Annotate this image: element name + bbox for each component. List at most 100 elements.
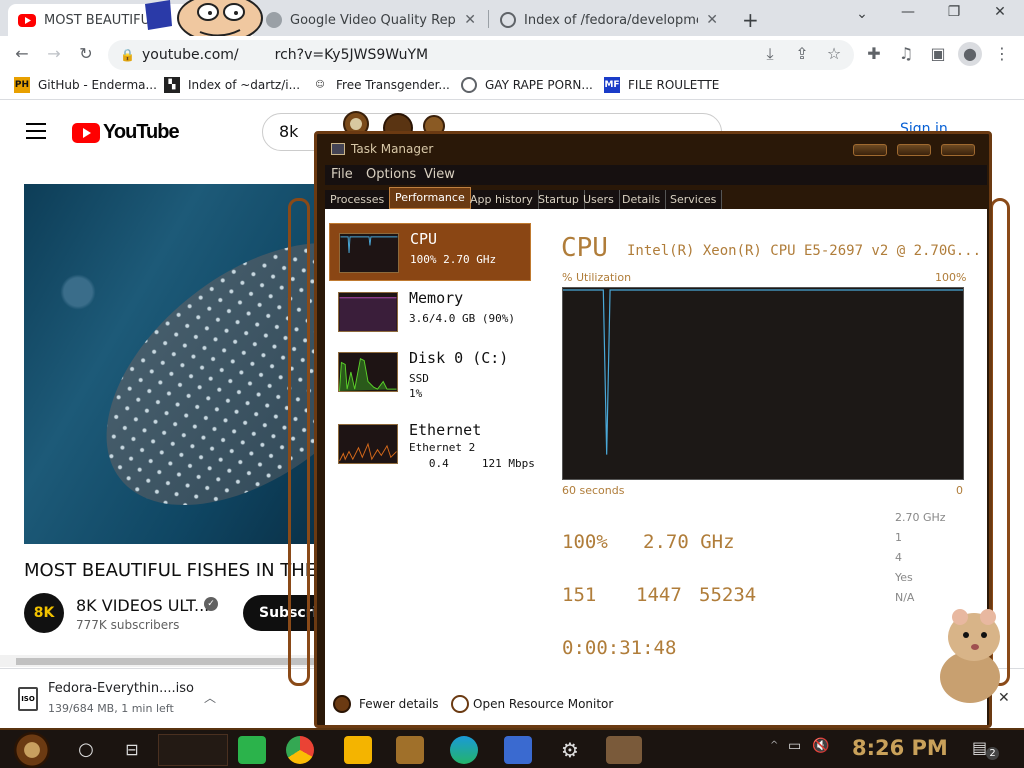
download-status: 139/684 MB, 1 min left — [48, 702, 174, 715]
close-button[interactable] — [941, 144, 975, 156]
channel-name[interactable]: 8K VIDEOS ULT... — [76, 596, 209, 615]
network-icon[interactable]: ▭ — [788, 738, 801, 754]
search-value: 8k — [279, 122, 299, 141]
bookmark-label: GitHub - Enderma... — [38, 78, 157, 92]
tab-services[interactable]: Services — [665, 190, 723, 209]
menu-view[interactable]: View — [424, 167, 455, 182]
tab-details[interactable]: Details — [617, 190, 667, 209]
edge-icon[interactable] — [450, 736, 478, 764]
notification-icon[interactable]: ▤ — [972, 738, 987, 757]
download-filename[interactable]: Fedora-Everythin....iso — [48, 681, 194, 696]
spec-base-speed: 2.70 GHz — [895, 511, 946, 524]
menu-options[interactable]: Options — [366, 167, 416, 182]
processes-value: 151 — [562, 584, 597, 606]
new-tab-button[interactable]: + — [732, 4, 762, 36]
minimize-button[interactable]: — — [888, 4, 928, 20]
taskbar: ○ ⊟ ⚙ ^ ▭ 🔇 8:26 PM ▤ 2 — [0, 728, 1024, 768]
back-icon[interactable]: ← — [10, 42, 34, 66]
tab-search-icon[interactable]: ⌄ — [842, 6, 882, 22]
roulette-icon: MF — [604, 77, 620, 93]
settings-gear-icon[interactable]: ⚙ — [556, 736, 584, 764]
reload-icon[interactable]: ↻ — [74, 42, 98, 66]
bookmark-item[interactable]: ☺ Free Transgender... — [312, 77, 450, 93]
fewer-details-icon — [333, 695, 351, 713]
tab-performance[interactable]: Performance — [389, 187, 471, 209]
resource-monitor-icon — [451, 695, 469, 713]
youtube-logo[interactable]: YouTube — [72, 121, 180, 144]
menu-file[interactable]: File — [331, 167, 353, 182]
channel-avatar[interactable]: 8K — [24, 593, 64, 633]
threads-value: 1447 — [636, 584, 682, 606]
tab-title: MOST BEAUTIFU — [44, 12, 151, 28]
tab-app-history[interactable]: App history — [465, 190, 539, 209]
fewer-details-link[interactable]: Fewer details — [359, 697, 439, 711]
menu-icon[interactable]: ⋮ — [990, 42, 1014, 66]
close-icon[interactable]: ✕ — [706, 12, 718, 28]
speed-value: 2.70 GHz — [643, 531, 735, 553]
media-icon[interactable]: ♫ — [894, 42, 918, 66]
tab-users[interactable]: Users — [578, 190, 620, 209]
sidebar-name: Memory — [409, 289, 464, 307]
file-explorer-icon[interactable] — [344, 736, 372, 764]
subscriber-count: 777K subscribers — [76, 618, 180, 632]
forward-icon[interactable]: → — [42, 42, 66, 66]
bookmark-item[interactable]: GAY RAPE PORN... — [461, 77, 593, 93]
sidebar-item-cpu[interactable]: CPU 100% 2.70 GHz — [329, 223, 531, 281]
sidebar-item-disk[interactable]: Disk 0 (C:) SSD 1% — [329, 343, 531, 401]
task-manager-taskbar-icon[interactable] — [606, 736, 642, 764]
app-icon[interactable] — [396, 736, 424, 764]
youtube-play-icon — [72, 122, 100, 143]
uptime-value: 0:00:31:48 — [562, 637, 677, 659]
chrome-icon[interactable] — [286, 736, 314, 764]
chevron-up-icon[interactable]: ︿ — [204, 689, 216, 706]
install-icon[interactable]: ⤓ — [758, 42, 782, 66]
maximize-button[interactable] — [897, 144, 931, 156]
side-panel-icon[interactable]: ▣ — [926, 42, 950, 66]
close-icon[interactable]: ✕ — [998, 690, 1010, 706]
open-resource-monitor-link[interactable]: Open Resource Monitor — [473, 697, 613, 711]
terminal-icon: ▚ — [164, 77, 180, 93]
extensions-icon[interactable]: ✚ — [862, 42, 886, 66]
bookmark-item[interactable]: PH GitHub - Enderma... — [14, 77, 157, 93]
task-manager-icon — [331, 143, 345, 155]
cpu-history-line — [563, 289, 963, 455]
spec-l1-cache: N/A — [895, 591, 915, 604]
notification-count: 2 — [986, 747, 999, 760]
task-view-icon[interactable]: ⊟ — [118, 736, 146, 764]
close-window-button[interactable]: ✕ — [980, 4, 1020, 20]
tab-fedora-index[interactable]: Index of /fedora/development ✕ — [490, 4, 728, 36]
bookmark-item[interactable]: ▚ Index of ~dartz/i... — [164, 77, 300, 93]
tab-processes[interactable]: Processes — [325, 190, 391, 209]
search-icon[interactable]: ○ — [72, 736, 100, 764]
share-icon[interactable]: ⇪ — [790, 42, 814, 66]
sidebar-item-ethernet[interactable]: Ethernet Ethernet 2 0.4 121 Mbps — [329, 415, 535, 473]
close-icon[interactable]: ✕ — [464, 12, 476, 28]
bookmark-label: FILE ROULETTE — [628, 78, 720, 92]
handles-value: 55234 — [699, 584, 757, 606]
scrollbar-thumb[interactable] — [16, 658, 316, 665]
globe-icon — [461, 77, 477, 93]
task-manager-footer: Fewer details Open Resource Monitor — [325, 685, 987, 725]
bookmark-star-icon[interactable]: ☆ — [822, 42, 846, 66]
clock[interactable]: 8:26 PM — [852, 736, 948, 760]
chevron-up-icon[interactable]: ^ — [770, 740, 778, 751]
minimize-button[interactable] — [853, 144, 887, 156]
remote-desktop-icon[interactable] — [504, 736, 532, 764]
lock-icon: 🔒 — [120, 48, 135, 62]
address-bar[interactable]: 🔒 youtube.com/rch?v=Ky5JWS9WuYM — [108, 40, 854, 70]
horizontal-scrollbar[interactable] — [0, 655, 320, 667]
tab-title: Google Video Quality Report — [290, 12, 457, 28]
sidebar-item-memory[interactable]: Memory 3.6/4.0 GB (90%) — [329, 283, 531, 341]
start-button[interactable] — [14, 732, 50, 768]
bookmark-item[interactable]: MF FILE ROULETTE — [604, 77, 719, 93]
plus-icon: + — [742, 8, 759, 32]
sheets-icon[interactable] — [238, 736, 266, 764]
browser-toolbar: ← → ↻ 🔒 youtube.com/rch?v=Ky5JWS9WuYM ⤓ … — [0, 36, 1024, 72]
restore-button[interactable]: ❐ — [934, 4, 974, 20]
video-player[interactable] — [24, 184, 324, 544]
ethernet-mini-graph — [338, 424, 398, 464]
tab-google-video-quality[interactable]: Google Video Quality Report ✕ — [256, 4, 486, 36]
profile-icon[interactable]: ● — [958, 42, 982, 66]
volume-muted-icon[interactable]: 🔇 — [812, 738, 829, 754]
hamburger-menu-icon[interactable] — [26, 123, 46, 139]
